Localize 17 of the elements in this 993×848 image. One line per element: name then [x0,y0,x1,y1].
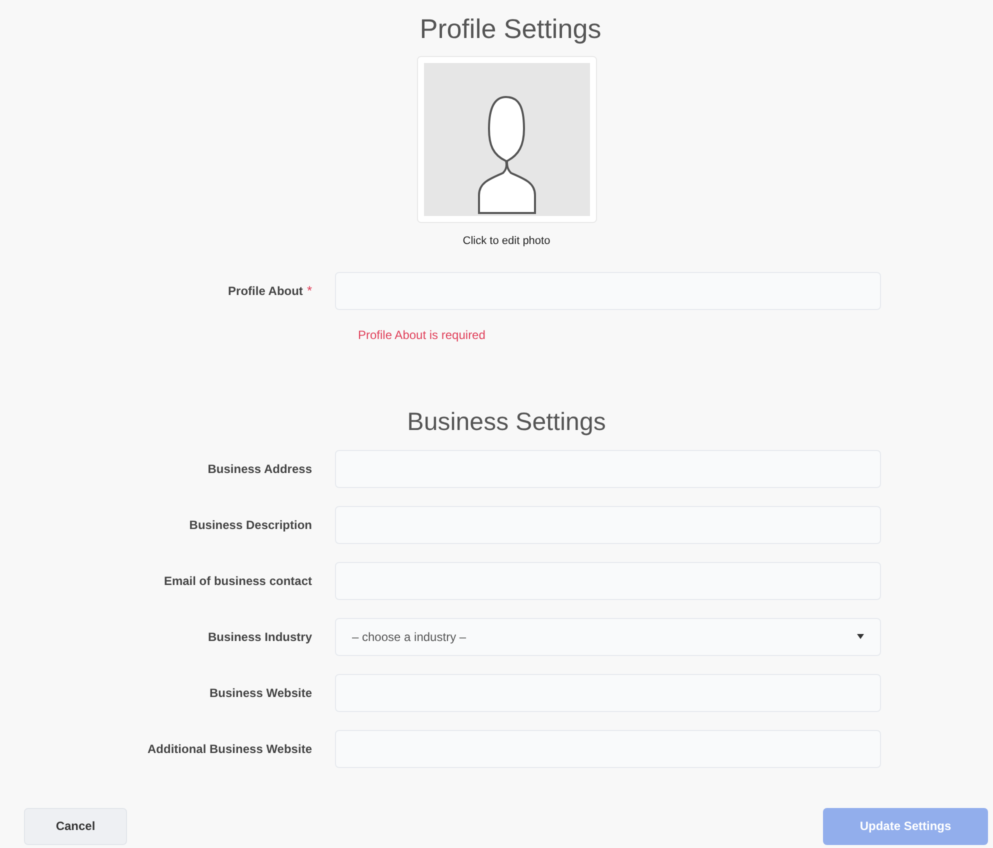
field-label: Business Description [189,516,312,534]
field-label: Business Website [210,684,312,702]
caret-icon [857,634,864,639]
field-label: Business Address [208,460,312,478]
field-label: Email of business contact [164,572,312,590]
required-asterisk: * [306,282,312,300]
field-label: Business Industry [208,628,312,646]
field-label: Profile About [228,282,303,300]
field-label: Additional Business Website [148,740,312,758]
photo-caption: Click to edit photo [462,234,550,249]
cancel-button[interactable]: Cancel [24,808,127,844]
person-silhouette-icon [424,63,590,216]
industry-select[interactable]: – choose a industry – [335,618,881,656]
section-title: Business Settings [407,406,606,438]
error-message: Profile About is required [358,326,486,344]
profile-photo[interactable] [416,56,596,223]
page-title: Profile Settings [420,13,602,46]
